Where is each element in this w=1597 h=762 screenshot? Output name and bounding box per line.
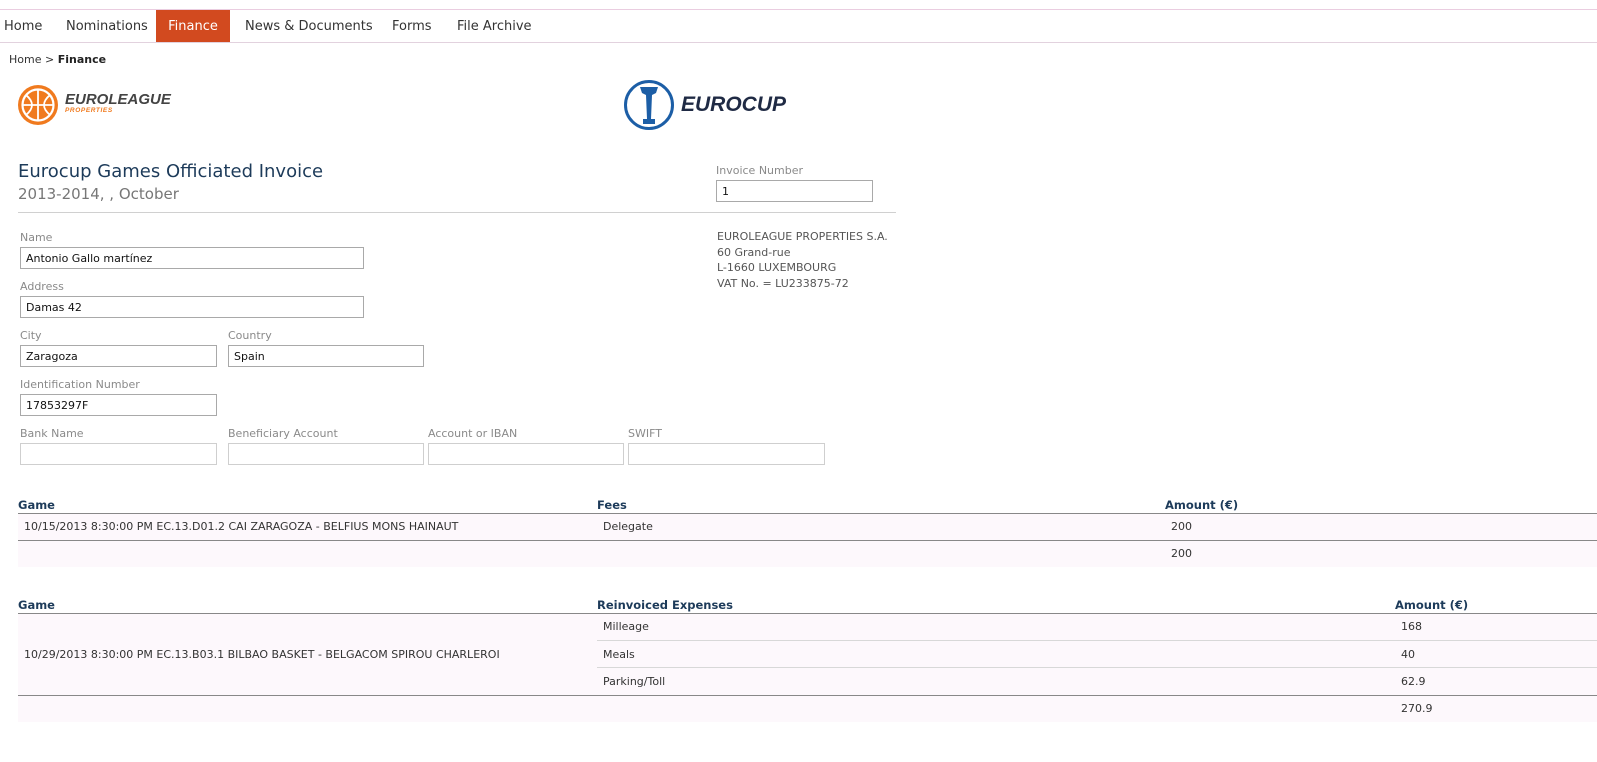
address-line: EUROLEAGUE PROPERTIES S.A. [717,230,888,243]
fees-header-game: Game [18,498,55,512]
swift-input[interactable] [628,443,825,465]
address-line: 60 Grand-rue [717,245,791,259]
country-label: Country [228,329,272,342]
nav-news-documents[interactable]: News & Documents [245,10,375,42]
fees-row-game: 10/15/2013 8:30:00 PM EC.13.D01.2 CAI ZA… [24,520,459,533]
bank-name-label: Bank Name [20,427,84,440]
swift-label: SWIFT [628,427,662,440]
expense-item: Parking/Toll [603,675,666,688]
expense-item: Milleage [603,620,649,633]
fees-header-fees: Fees [597,498,627,512]
iban-label: Account or IBAN [428,427,518,440]
expenses-row-game: 10/29/2013 8:30:00 PM EC.13.B03.1 BILBAO… [24,648,500,661]
expenses-total-row [18,696,1597,722]
country-input[interactable] [228,345,424,367]
euroleague-properties-logo: EUROLEAGUE PROPERTIES [17,83,187,129]
expenses-header-expenses: Reinvoiced Expenses [597,598,733,612]
expense-divider [597,640,1597,641]
header-divider [18,212,896,213]
expense-item: Meals [603,648,635,661]
invoice-period: 2013-2014, , October [18,185,179,203]
address-line: L-1660 LUXEMBOURG [717,261,837,275]
breadcrumb-current: Finance [57,53,107,66]
breadcrumb-home[interactable]: Home [9,53,41,66]
expense-amount: 168 [1401,620,1422,633]
name-input[interactable] [20,247,364,269]
nav-home[interactable]: Home [0,10,54,42]
name-label: Name [20,231,53,244]
expense-amount: 40 [1401,648,1415,661]
expense-amount: 62.9 [1401,675,1426,688]
id-number-label: Identification Number [20,378,140,391]
city-label: City [20,329,42,342]
fees-row-fee: Delegate [603,520,653,533]
address-input[interactable] [20,296,364,318]
fees-header-amount: Amount (€) [1165,498,1239,512]
expenses-total: 270.9 [1401,702,1433,715]
address-line: VAT No. = LU233875-72 [717,277,849,291]
nav-finance[interactable]: Finance [156,10,230,42]
bank-name-input[interactable] [20,443,217,465]
breadcrumb-separator: > [44,53,55,66]
invoice-number-input[interactable] [716,180,873,202]
nav-file-archive[interactable]: File Archive [457,10,537,42]
id-number-input[interactable] [20,394,217,416]
svg-text:EUROLEAGUE: EUROLEAGUE [65,91,172,108]
nav-nominations[interactable]: Nominations [66,10,152,42]
breadcrumb: Home > Finance [9,53,106,66]
address-label: Address [20,280,64,293]
beneficiary-label: Beneficiary Account [228,427,338,440]
fees-total-row [18,541,1597,567]
beneficiary-input[interactable] [228,443,424,465]
basketball-icon: EUROLEAGUE PROPERTIES [18,85,172,125]
fees-row-amount: 200 [1171,520,1192,533]
expense-divider [597,667,1597,668]
svg-text:PROPERTIES: PROPERTIES [65,107,113,114]
invoice-number-label: Invoice Number [716,164,804,177]
fees-total: 200 [1171,547,1192,560]
eurocup-logo: EUROCUP [623,79,803,131]
expenses-header-game: Game [18,598,55,612]
trophy-icon: EUROCUP [624,80,787,130]
nav-forms[interactable]: Forms [392,10,442,42]
iban-input[interactable] [428,443,624,465]
city-input[interactable] [20,345,217,367]
main-nav: Home Nominations Finance News & Document… [0,10,1597,43]
invoice-title: Eurocup Games Officiated Invoice [18,161,324,182]
expenses-header-amount: Amount (€) [1395,598,1469,612]
company-address: EUROLEAGUE PROPERTIES S.A. 60 Grand-rue … [717,229,888,292]
svg-text:EUROCUP: EUROCUP [681,93,787,116]
